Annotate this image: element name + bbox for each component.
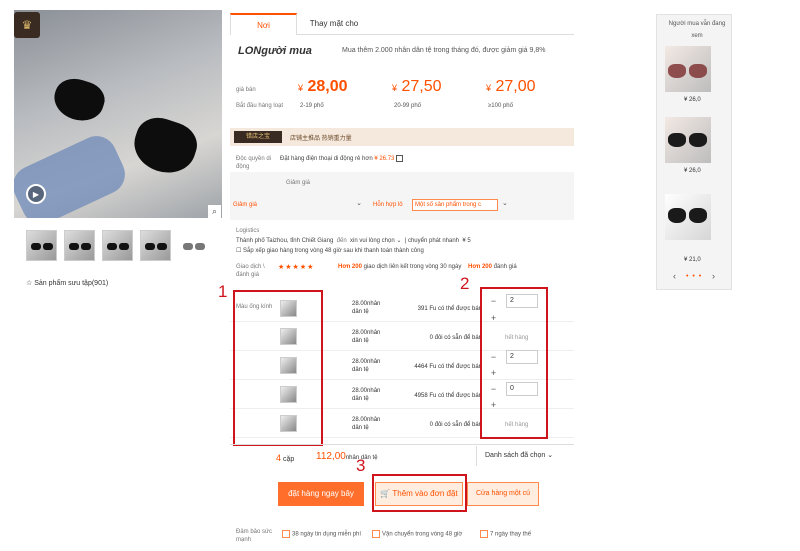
- annotation-box-2: [480, 287, 548, 439]
- selected-list-toggle[interactable]: Danh sách đã chọn ⌄: [476, 446, 574, 466]
- tab-representative[interactable]: Thay mặt cho: [297, 13, 371, 35]
- delivery-note: ☐ Sắp xếp giao hàng trong vòng 48 giờ sa…: [236, 248, 424, 254]
- cart-icon: 🛒: [380, 489, 391, 498]
- price-tier-2: ¥ 27,50: [392, 78, 442, 95]
- variant-stock: 0 đôi có sẵn để bán: [429, 335, 482, 341]
- chevron-down-icon: ⌄: [396, 238, 402, 244]
- qr-icon[interactable]: [396, 155, 404, 162]
- guarantee-item: 7 ngày thay thế: [480, 530, 531, 538]
- guarantee-label: Đảm bảo sức mạnh: [236, 529, 273, 543]
- callout-2: 2: [460, 274, 470, 293]
- price-tier-1-range: 2-19 phố: [300, 103, 324, 109]
- discount-label: Giảm giá: [233, 202, 258, 208]
- variant-stock: 4958 Fu có thể được bán: [414, 393, 482, 399]
- batch-start-label: Bắt đầu hàng loạt: [236, 103, 284, 109]
- add-to-order-button[interactable]: 🛒 Thêm vào đơn đặt: [375, 482, 463, 506]
- related-product-2[interactable]: [665, 117, 711, 163]
- variant-stock: 4464 Fu có thể được bán: [414, 364, 482, 370]
- thumbnail-2[interactable]: [64, 230, 95, 261]
- discount-heading: Giảm giá: [286, 180, 311, 186]
- variant-price: 28.00nhân dân tệ: [352, 359, 381, 373]
- discount-select[interactable]: ⌄: [282, 199, 362, 211]
- shop-logo-icon: ♛: [14, 12, 40, 38]
- zoom-icon[interactable]: ⌕: [208, 205, 221, 218]
- exclusive-label: Độc quyền di động: [236, 156, 272, 170]
- ratings-info: Hơn 200 giao dịch liên kết trong vòng 30…: [338, 264, 517, 270]
- chevron-down-icon[interactable]: ⌄: [502, 199, 508, 207]
- variant-stock: 391 Fu có thể được bán: [417, 306, 482, 312]
- guarantee-item: Vận chuyển trong vòng 48 giờ: [372, 530, 462, 538]
- store-banner-text: 店铺主推品 热销重力量: [290, 136, 352, 142]
- buy-now-button[interactable]: đặt hàng ngay bây: [278, 482, 364, 506]
- one-click-store-button[interactable]: Cửa hàng một cú: [467, 482, 539, 506]
- selected-total: 112,00nhân dân tệ: [316, 451, 378, 462]
- related-product-1[interactable]: [665, 46, 711, 92]
- price-label: giá bán: [236, 87, 256, 93]
- guarantee-item: 38 ngày tin dụng miễn phí: [282, 530, 361, 538]
- promo-logo: LONgười mua: [238, 45, 312, 57]
- ratings-label: Giao dịch \ đánh giá: [236, 264, 265, 278]
- carousel-dots[interactable]: • • •: [686, 273, 702, 280]
- thumbnail-1[interactable]: [26, 230, 57, 261]
- thumbnail-3[interactable]: [102, 230, 133, 261]
- variant-price: 28.00nhân dân tệ: [352, 330, 381, 344]
- star-icon: ☆: [26, 280, 35, 287]
- logistics-label: Logistics: [236, 228, 260, 234]
- related-price-3: ¥ 21,0: [684, 257, 701, 263]
- related-price-2: ¥ 26,0: [684, 168, 701, 174]
- play-video-icon[interactable]: ▶: [26, 184, 46, 204]
- store-badge: 错店之宝: [234, 131, 282, 143]
- credit-icon: [282, 530, 290, 538]
- related-title: Người mua vẫn đang xem: [668, 21, 726, 39]
- thumbnail-4[interactable]: [140, 230, 171, 261]
- callout-1: 1: [218, 282, 228, 301]
- price-tier-3: ¥ 27,00: [486, 78, 536, 95]
- exchange-icon: [480, 530, 488, 538]
- carousel-next-button[interactable]: ›: [712, 271, 715, 281]
- tab-location[interactable]: Nơi: [230, 13, 297, 35]
- price-tier-2-range: 20-99 phố: [394, 103, 422, 109]
- store-banner[interactable]: 错店之宝 店铺主推品 热销重力量: [230, 128, 574, 146]
- price-tier-1: ¥ 28,00: [298, 78, 348, 95]
- tab-bar: Nơi Thay mặt cho: [230, 13, 574, 35]
- logistics-row: Thành phố Taizhou, tỉnh Chiết Giang đến …: [236, 238, 471, 244]
- mix-batch-select[interactable]: Một số sản phẩm trong c: [412, 199, 498, 211]
- selected-count: 4 cặp: [276, 453, 295, 463]
- mix-batch-label: Hỗn hợp lô: [373, 202, 403, 208]
- promo-text: Mua thêm 2.000 nhân dân tệ trong tháng đ…: [342, 47, 546, 54]
- destination-select[interactable]: xin vui lòng chọn: [350, 238, 395, 244]
- exclusive-text: Đặt hàng điện thoại di động rẻ hơn ¥ 26.…: [280, 155, 404, 162]
- carousel-prev-button[interactable]: ‹: [673, 271, 676, 281]
- discount-section: [230, 172, 574, 220]
- shipping-icon: [372, 530, 380, 538]
- related-price-1: ¥ 26,0: [684, 97, 701, 103]
- rating-stars: ★★★★★: [278, 264, 315, 271]
- thumbnail-5[interactable]: [178, 230, 209, 261]
- variant-price: 28.00nhân dân tệ: [352, 301, 381, 315]
- variant-stock: 0 đôi có sẵn để bán: [429, 422, 482, 428]
- chevron-down-icon: ⌄: [356, 200, 362, 207]
- price-tier-3-range: ≥100 phố: [488, 103, 513, 109]
- annotation-box-1: [233, 290, 323, 446]
- related-product-3[interactable]: [665, 194, 711, 240]
- checkbox-icon: ☐: [236, 248, 244, 254]
- chevron-down-icon: ⌄: [547, 452, 554, 459]
- main-product-image[interactable]: [14, 10, 222, 218]
- favorites-link[interactable]: ☆ Sản phẩm sưu tập(901): [26, 279, 108, 287]
- variant-price: 28.00nhân dân tệ: [352, 388, 381, 402]
- variant-price: 28.00nhân dân tệ: [352, 417, 381, 431]
